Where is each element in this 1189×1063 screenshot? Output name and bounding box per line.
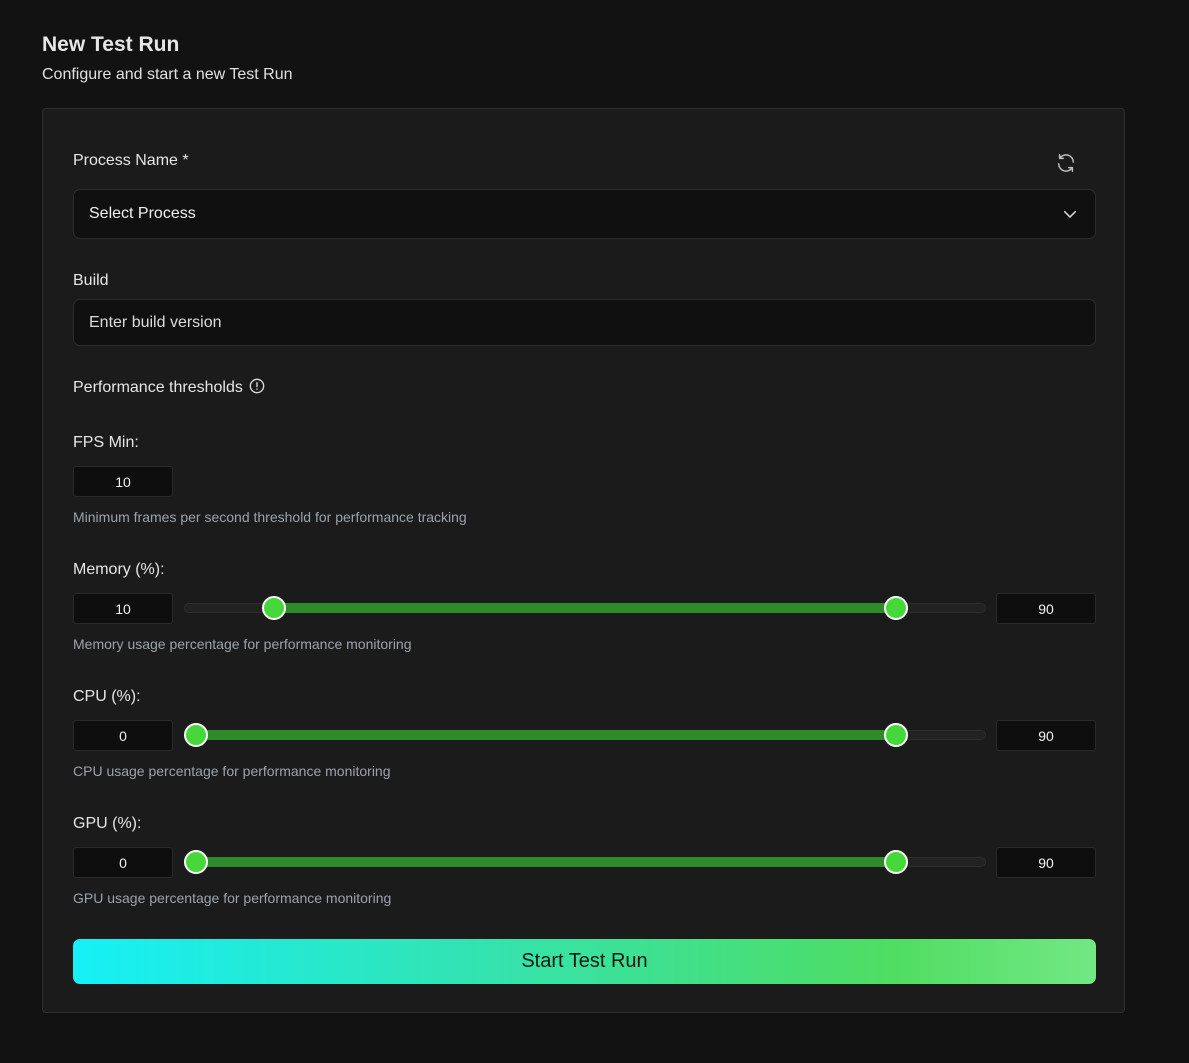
thresholds-heading: Performance thresholds <box>73 378 265 397</box>
slider-thumb-max[interactable] <box>884 596 909 620</box>
cpu-label: CPU (%): <box>73 688 141 705</box>
slider-range-fill <box>196 857 897 867</box>
gpu-range-slider[interactable] <box>184 847 986 877</box>
memory-min-input[interactable] <box>73 593 173 624</box>
slider-thumb-max[interactable] <box>884 850 909 874</box>
process-name-label: Process Name * <box>73 152 189 169</box>
cpu-max-input[interactable] <box>996 720 1096 751</box>
slider-thumb-max[interactable] <box>884 723 909 747</box>
cpu-hint: CPU usage percentage for performance mon… <box>73 763 391 779</box>
start-test-run-button[interactable]: Start Test Run <box>73 939 1096 984</box>
cpu-range-slider[interactable] <box>184 720 986 750</box>
fps-min-label: FPS Min: <box>73 434 139 451</box>
process-select-value: Select Process <box>89 205 196 222</box>
slider-thumb-min[interactable] <box>184 723 208 747</box>
slider-thumb-min[interactable] <box>261 596 286 620</box>
fps-min-hint: Minimum frames per second threshold for … <box>73 509 467 525</box>
refresh-icon[interactable] <box>1055 152 1077 174</box>
gpu-max-input[interactable] <box>996 847 1096 878</box>
memory-max-input[interactable] <box>996 593 1096 624</box>
thresholds-heading-text: Performance thresholds <box>73 379 243 396</box>
process-select[interactable]: Select Process <box>73 189 1096 239</box>
gpu-min-input[interactable] <box>73 847 173 878</box>
gpu-label: GPU (%): <box>73 815 142 832</box>
build-label: Build <box>73 272 109 289</box>
build-input[interactable] <box>73 299 1096 346</box>
fps-min-input[interactable] <box>73 466 173 497</box>
slider-thumb-min[interactable] <box>184 850 208 874</box>
info-icon[interactable] <box>249 378 265 394</box>
slider-range-fill <box>273 603 897 613</box>
chevron-down-icon <box>1064 211 1076 218</box>
memory-range-slider[interactable] <box>184 593 986 623</box>
cpu-min-input[interactable] <box>73 720 173 751</box>
memory-label: Memory (%): <box>73 561 165 578</box>
slider-range-fill <box>196 730 897 740</box>
test-run-form-card: Process Name * Select Process Build Perf… <box>42 108 1125 1013</box>
memory-hint: Memory usage percentage for performance … <box>73 636 412 652</box>
page-title: New Test Run <box>42 33 180 56</box>
page-subtitle: Configure and start a new Test Run <box>42 66 293 83</box>
gpu-hint: GPU usage percentage for performance mon… <box>73 890 392 906</box>
